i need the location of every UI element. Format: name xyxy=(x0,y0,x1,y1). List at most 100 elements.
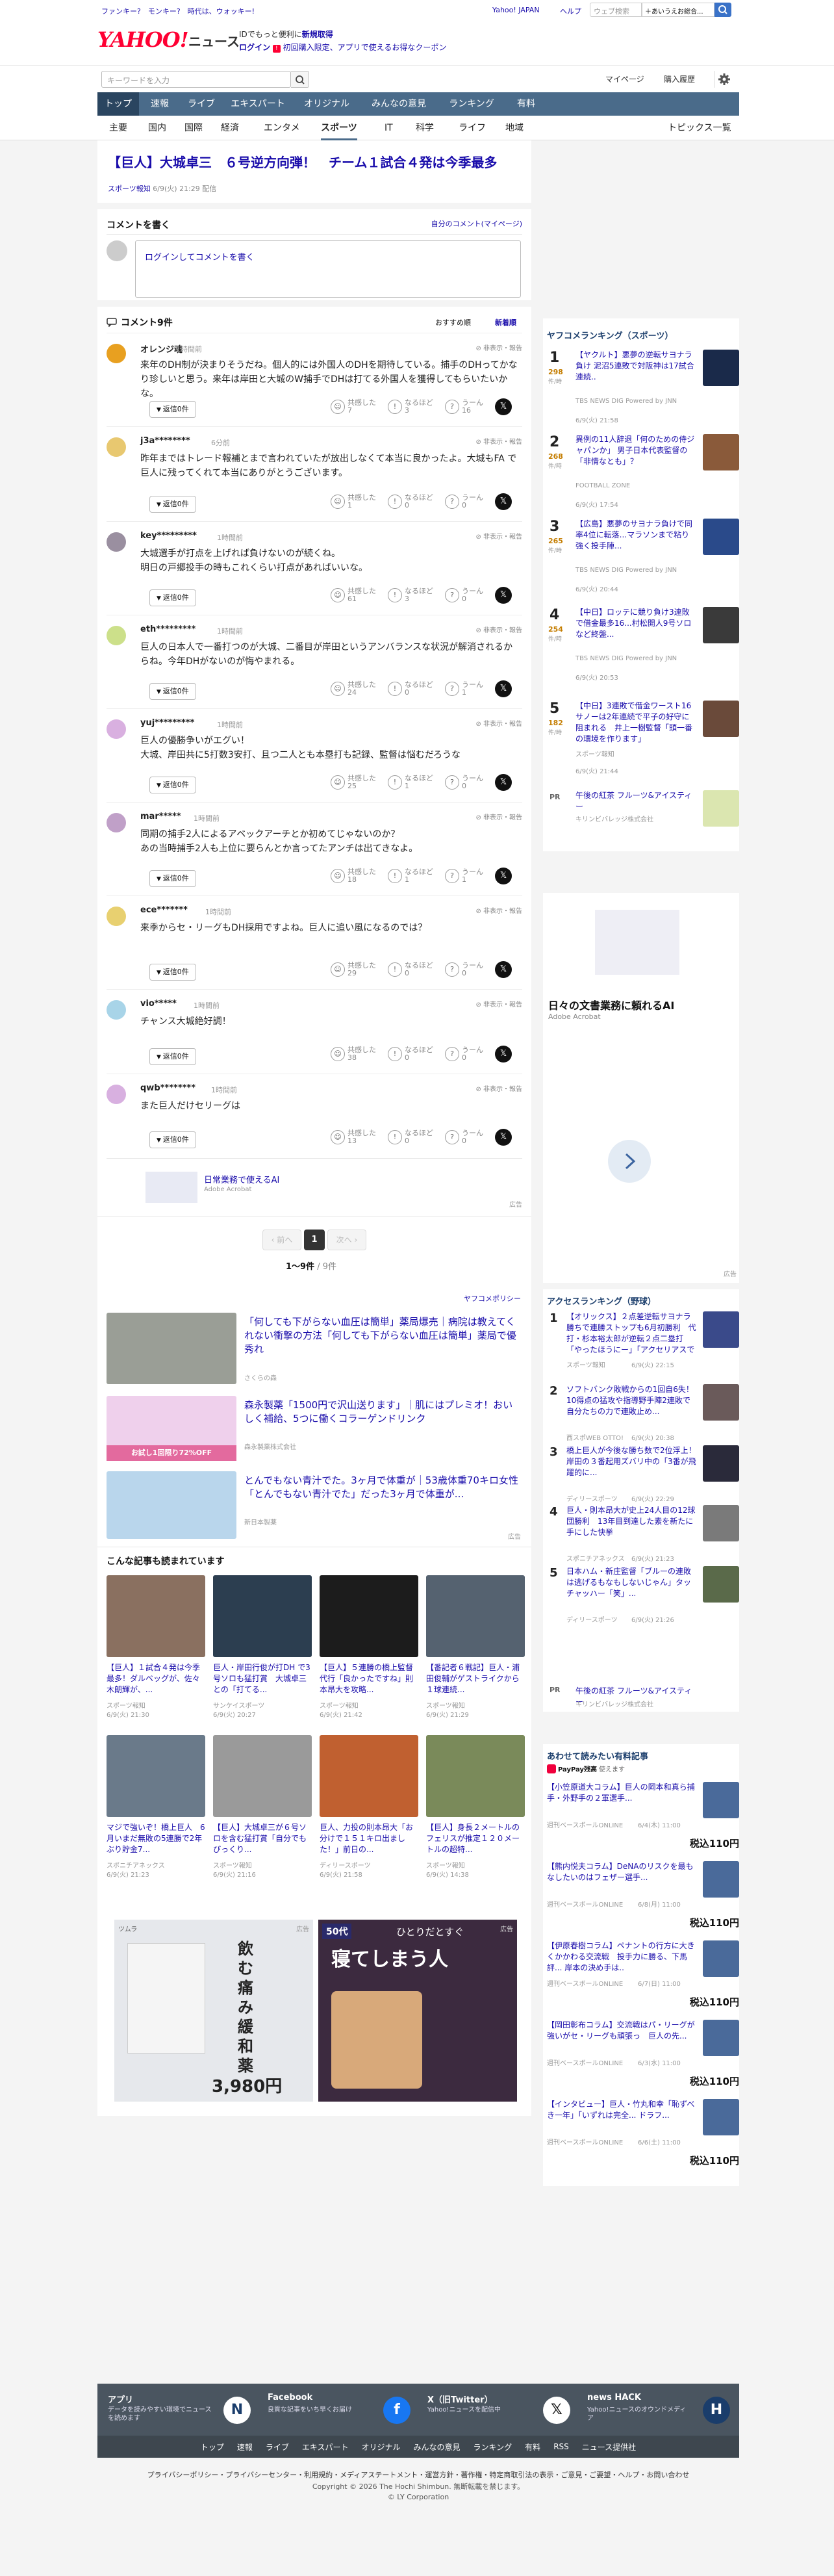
sort-recommended[interactable]: おすすめ順 xyxy=(435,317,471,328)
comment-author[interactable]: j3a******** xyxy=(140,436,190,446)
agree-button[interactable]: ☺ 共感した 13 xyxy=(331,1129,376,1146)
comment-author[interactable]: yuj********* xyxy=(140,718,194,728)
access-ranking-title[interactable]: 日本ハム・新庄監督「ブルーの連敗は逃げるもなもしないじゃん」タッチャッハー「笑」… xyxy=(566,1566,696,1612)
x-share-button[interactable]: 𝕏 xyxy=(495,1046,512,1063)
agree-button[interactable]: ☺ 共感した 18 xyxy=(331,868,376,884)
paid-title[interactable]: 【インタビュー】巨人・竹丸和幸「恥ずべき一年」「いずれは完全... ドラフ... xyxy=(547,2099,696,2133)
hmm-button[interactable]: ? うーん 0 xyxy=(445,961,483,978)
related-title[interactable]: 巨人、力投の則本昂大「お分けで１５１キロ出ました！」前日の... xyxy=(320,1822,418,1856)
x-share-button[interactable]: 𝕏 xyxy=(495,1129,512,1146)
related-title[interactable]: 【巨人】身長２メートルのフェリスが推定１２０メートルの超特... xyxy=(426,1822,525,1856)
subnav-region[interactable]: 地域 xyxy=(505,116,524,140)
agree-button[interactable]: ☺ 共感した 29 xyxy=(331,961,376,978)
article-title[interactable]: 【巨人】大城卓三 ６号逆方向弾！ チーム１試合４発は今季最多 xyxy=(108,152,497,171)
ranking-title[interactable]: 【中日】3連敗で借金ワースト16 サノーは2年連続で平子の好守に阻まれる 井上一… xyxy=(575,701,696,746)
bottom-ad-1[interactable]: ツムラ 広告 飲む痛み緩和薬 3,980円 xyxy=(114,1920,313,2102)
sort-new[interactable]: 新着順 xyxy=(495,317,516,328)
subnav-economy[interactable]: 経済 xyxy=(221,116,239,140)
ranking-title[interactable]: 【中日】ロッテに競り負け3連敗で借金最多16...村松開人9号ソロなど終盤... xyxy=(575,607,696,652)
footer-nav-item[interactable]: 有料 xyxy=(525,2441,540,2453)
my-comments-link[interactable]: 自分のコメント(マイページ) xyxy=(431,218,522,229)
related-title[interactable]: 【巨人】１試合４発は今季最多！ダルベッグが、佐々木朗輝が、... xyxy=(107,1662,205,1696)
reply-button[interactable]: ▼ 返信0件 xyxy=(149,870,196,887)
subnav-main[interactable]: 主要 xyxy=(109,116,127,140)
ranking-pr[interactable]: PR 午後の紅茶 フルーツ&アイスティー キリンビバレッジ株式会社 xyxy=(547,790,739,829)
search-button[interactable] xyxy=(714,3,731,17)
related-item[interactable]: 【巨人】大城卓三が６号ソロを含む猛打賞「自分でもびっくり... スポーツ報知 6/9… xyxy=(213,1735,312,1888)
paid-item[interactable]: 【小笠原道大コラム】巨人の岡本和真ら捕手・外野手の２軍選手... 週刊ベースボール… xyxy=(547,1782,739,1855)
keyword-search-button[interactable] xyxy=(291,71,309,88)
footer-app[interactable]: X（旧Twitter） Yahoo!ニュースを配信中 𝕏 xyxy=(427,2393,581,2429)
access-ranking-title[interactable]: 【オリックス】２点差逆転サヨナラ勝ちで連勝ストップも6月初勝利 代打・杉本裕太郎… xyxy=(566,1311,696,1357)
ranking-title[interactable]: 【ヤクルト】悪夢の逆転サヨナラ負け 泥沼5連敗で対阪神は17試合連続.. xyxy=(575,350,696,395)
footer-nav-item[interactable]: RSS xyxy=(553,2442,569,2451)
nav-original[interactable]: オリジナル xyxy=(294,92,360,116)
related-item[interactable]: 巨人、力投の則本昂大「お分けで１５１キロ出ました！」前日の... ディリースポーツ… xyxy=(320,1735,418,1888)
reply-button[interactable]: ▼ 返信0件 xyxy=(149,1131,196,1148)
related-title[interactable]: 【巨人】５連勝の橋上監督代行「良かったですね」則本昂大を攻略... xyxy=(320,1662,418,1696)
sidebar-ad[interactable]: 日々の文書業務に頼れるAI Adobe Acrobat 広告 xyxy=(543,893,739,1283)
ranking-item[interactable]: 3 265 件/時 【広島】悪夢のサヨナラ負けで同率4位に転落...マラソンまで粘り強… xyxy=(547,519,739,602)
footer-nav-item[interactable]: エキスパート xyxy=(302,2441,349,2453)
subnav-science[interactable]: 科学 xyxy=(416,116,434,140)
x-share-button[interactable]: 𝕏 xyxy=(495,493,512,510)
access-ranking-title[interactable]: ソフトバンク敗戦からの1回自6失！ 10得点の猛攻や指導野手陣2連敗で自分たちの… xyxy=(566,1384,696,1430)
article-source[interactable]: スポーツ報知 xyxy=(108,185,151,193)
subnav-sports[interactable]: スポーツ xyxy=(321,116,357,140)
comment-author[interactable]: qwb******** xyxy=(140,1083,196,1093)
x-share-button[interactable]: 𝕏 xyxy=(495,868,512,884)
related-title[interactable]: 巨人・岸田行俊が打DH で3号ソロも猛打賞 大城卓三との「打てる... xyxy=(213,1662,312,1696)
reply-button[interactable]: ▼ 返信0件 xyxy=(149,683,196,700)
x-share-button[interactable]: 𝕏 xyxy=(495,398,512,415)
subnav-domestic[interactable]: 国内 xyxy=(148,116,166,140)
access-ranking-pr[interactable]: PR 午後の紅茶 フルーツ&アイスティー キリンビバレッジ株式会社 xyxy=(547,1686,739,1712)
reply-button[interactable]: ▼ 返信0件 xyxy=(149,964,196,981)
paid-title[interactable]: 【小笠原道大コラム】巨人の岡本和真ら捕手・外野手の２軍選手... xyxy=(547,1782,696,1816)
naruhodo-button[interactable]: ! なるほど 1 xyxy=(388,774,433,791)
promo-link[interactable]: ファンキー? モンキー? 時代は、ウォッキー! xyxy=(101,6,255,16)
settings-button[interactable] xyxy=(714,71,733,88)
ranking-item[interactable]: 5 182 件/時 【中日】3連敗で借金ワースト16 サノーは2年連続で平子の好守に阻… xyxy=(547,701,739,784)
footer-app[interactable]: news HACK Yahoo!ニュースのオウンドメディア H xyxy=(587,2393,740,2429)
prev-page-button[interactable]: ‹ 前へ xyxy=(262,1230,301,1250)
coupon-promo-link[interactable]: 初回購入限定、アプリで使えるお得なクーポン xyxy=(283,43,447,52)
purchase-history-link[interactable]: 購入履歴 xyxy=(664,73,695,84)
nav-top[interactable]: トップ xyxy=(97,92,139,116)
paid-item[interactable]: 【熊内悦夫コラム】DeNAのリスクを最もなしたいのはフェザー選手... 週刊ベース… xyxy=(547,1861,739,1934)
comment-menu[interactable]: ⊘ 非表示・報告 xyxy=(475,905,522,915)
reply-button[interactable]: ▼ 返信0件 xyxy=(149,496,196,513)
x-share-button[interactable]: 𝕏 xyxy=(495,680,512,697)
subnav-life[interactable]: ライフ xyxy=(459,116,486,140)
nav-opinions[interactable]: みんなの意見 xyxy=(360,92,438,116)
ranking-item[interactable]: 1 298 件/時 【ヤクルト】悪夢の逆転サヨナラ負け 泥沼5連敗で対阪神は17試合連… xyxy=(547,350,739,433)
subnav-it[interactable]: IT xyxy=(385,116,393,140)
related-item[interactable]: 巨人・岸田行俊が打DH で3号ソロも猛打賞 大城卓三との「打てる... サンケイス… xyxy=(213,1575,312,1729)
hmm-button[interactable]: ? うーん 1 xyxy=(445,868,483,884)
comment-author[interactable]: eth********* xyxy=(140,625,196,634)
paid-item[interactable]: 【岡田彰布コラム】交流戦はパ・リーグが強いがセ・リーグも頑張っ 巨人の先... 週… xyxy=(547,2020,739,2093)
comment-menu[interactable]: ⊘ 非表示・報告 xyxy=(475,999,522,1009)
comment-author[interactable]: mar***** xyxy=(140,812,181,821)
agree-button[interactable]: ☺ 共感した 1 xyxy=(331,493,376,510)
nav-live[interactable]: ライブ xyxy=(181,92,222,116)
hmm-button[interactable]: ? うーん 16 xyxy=(445,398,483,415)
comment-author[interactable]: key********* xyxy=(140,531,197,541)
inline-ad[interactable]: 日常業務で使えるAI Adobe Acrobat 広告 xyxy=(107,1158,522,1210)
related-title[interactable]: 【番記者６戦記】巨人・浦田俊輔がゲストライクから１球連続... xyxy=(426,1662,525,1696)
ranking-title[interactable]: 【広島】悪夢のサヨナラ負けで同率4位に転落...マラソンまで粘り強く投手陣... xyxy=(575,519,696,564)
comment-menu[interactable]: ⊘ 非表示・報告 xyxy=(475,436,522,446)
comment-menu[interactable]: ⊘ 非表示・報告 xyxy=(475,342,522,352)
paid-title[interactable]: 【熊内悦夫コラム】DeNAのリスクを最もなしたいのはフェザー選手... xyxy=(547,1861,696,1895)
footer-app[interactable]: Facebook 良質な記事をいち早くお届け f xyxy=(268,2393,421,2429)
comment-policy-link[interactable]: ヤフコメポリシー xyxy=(464,1293,521,1304)
naruhodo-button[interactable]: ! なるほど 0 xyxy=(388,961,433,978)
web-search-input[interactable]: ウェブ検索 xyxy=(590,3,642,17)
promo-title[interactable]: とんでもない青汁でた。3ヶ月で体重が｜53歳体重70キロ女性「とんでもない青汁で… xyxy=(244,1474,518,1501)
ranking-item[interactable]: 2 268 件/時 異例の11人辞退「何のための侍ジャパンか」 男子日本代表監督の「非… xyxy=(547,434,739,517)
promo-item[interactable]: お試し1回限り72%OFF 森永製薬「1500円で沢山送ります」｜肌にはプレミオ… xyxy=(107,1396,522,1466)
inline-ad-title[interactable]: 日常業務で使えるAI xyxy=(204,1173,279,1185)
hmm-button[interactable]: ? うーん 0 xyxy=(445,1129,483,1146)
hmm-button[interactable]: ? うーん 0 xyxy=(445,1046,483,1063)
comment-menu[interactable]: ⊘ 非表示・報告 xyxy=(475,812,522,821)
agree-button[interactable]: ☺ 共感した 24 xyxy=(331,680,376,697)
